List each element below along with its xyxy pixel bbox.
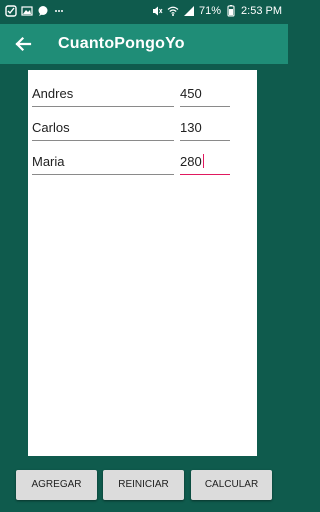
name-field[interactable]: Maria bbox=[32, 146, 174, 175]
amount-value: 130 bbox=[180, 120, 202, 135]
amount-value: 450 bbox=[180, 86, 202, 101]
signal-icon bbox=[184, 6, 194, 16]
entry-row: Andres 450 bbox=[28, 78, 257, 108]
battery-icon bbox=[227, 5, 235, 17]
notification-icon bbox=[5, 5, 17, 17]
back-arrow-icon[interactable] bbox=[13, 34, 33, 54]
entry-row: Maria 280 bbox=[28, 146, 257, 176]
battery-percent: 71% bbox=[199, 5, 222, 17]
status-left-icons bbox=[5, 5, 65, 17]
amount-field-focused[interactable]: 280 bbox=[180, 146, 230, 175]
app-bar: CuantoPongoYo bbox=[0, 24, 288, 64]
add-button[interactable]: AGREGAR bbox=[16, 470, 97, 500]
reset-button[interactable]: REINICIAR bbox=[103, 470, 184, 500]
mute-icon bbox=[153, 6, 163, 16]
status-time: 2:53 PM bbox=[241, 5, 282, 17]
calculate-button[interactable]: CALCULAR bbox=[191, 470, 272, 500]
amount-field[interactable]: 450 bbox=[180, 78, 230, 107]
name-value: Andres bbox=[32, 86, 74, 101]
amount-field[interactable]: 130 bbox=[180, 112, 230, 141]
image-icon bbox=[21, 6, 33, 16]
entries-panel: Andres 450 Carlos 130 Maria 280 bbox=[28, 70, 257, 456]
name-value: Maria bbox=[32, 154, 65, 169]
chat-icon bbox=[38, 6, 48, 16]
amount-value-wrapper: 280 bbox=[180, 154, 204, 169]
name-value: Carlos bbox=[32, 120, 70, 135]
status-right-icons: 71% 2:53 PM bbox=[151, 5, 282, 17]
entry-row: Carlos 130 bbox=[28, 112, 257, 142]
wifi-icon bbox=[167, 6, 179, 16]
amount-value: 280 bbox=[180, 154, 202, 169]
status-bar: 71% 2:53 PM bbox=[0, 0, 288, 24]
name-field[interactable]: Andres bbox=[32, 78, 174, 107]
more-dots-icon bbox=[55, 10, 63, 12]
name-field[interactable]: Carlos bbox=[32, 112, 174, 141]
app-title: CuantoPongoYo bbox=[58, 35, 185, 52]
text-caret bbox=[202, 154, 204, 168]
